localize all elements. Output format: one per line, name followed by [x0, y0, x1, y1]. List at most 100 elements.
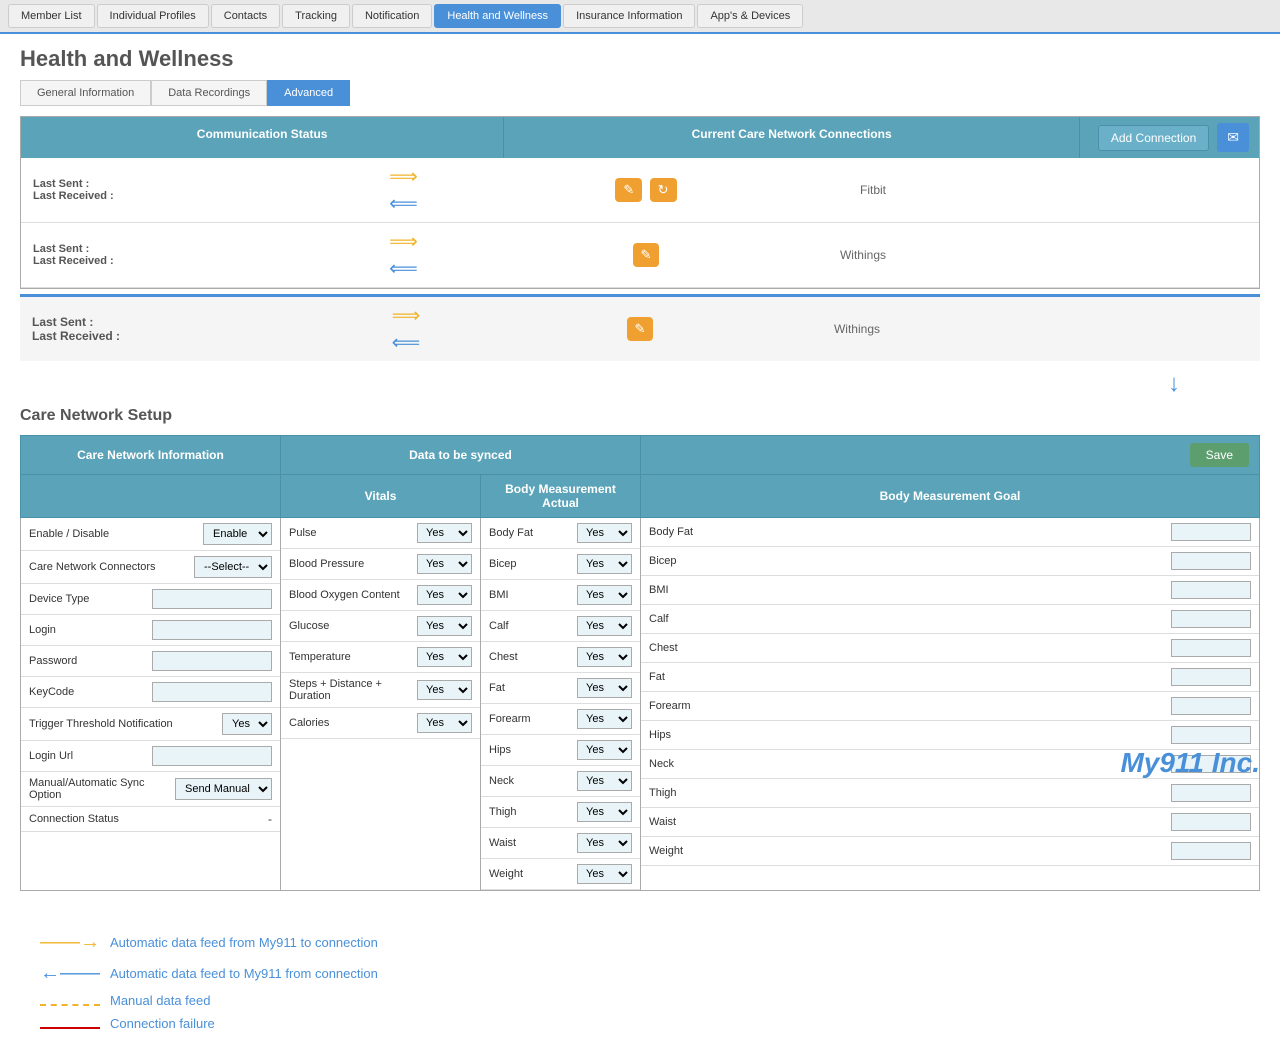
bma-label-6: Forearm	[489, 713, 577, 725]
bmg-input-5[interactable]	[1171, 668, 1251, 686]
login-url-input[interactable]	[152, 746, 272, 766]
nav-contacts[interactable]: Contacts	[211, 4, 280, 28]
mail-button[interactable]: ✉	[1217, 123, 1249, 152]
bma-select-9[interactable]: YesNo	[577, 802, 632, 822]
vital-row-6: Calories YesNo	[281, 708, 480, 739]
bma-row-6: Forearm YesNo	[481, 704, 640, 735]
arrow-left-icon: ⟸	[389, 256, 418, 281]
bmg-row-6: Forearm	[641, 692, 1259, 721]
bma-row-0: Body Fat YesNo	[481, 518, 640, 549]
bmg-input-10[interactable]	[1171, 813, 1251, 831]
vital-select-3[interactable]: YesNo	[417, 616, 472, 636]
vital-select-5[interactable]: YesNo	[417, 680, 472, 700]
enable-disable-select[interactable]: EnableDisable	[203, 523, 272, 545]
nav-tracking[interactable]: Tracking	[282, 4, 350, 28]
vital-select-1[interactable]: YesNo	[417, 554, 472, 574]
nav-insurance[interactable]: Insurance Information	[563, 4, 695, 28]
bma-select-7[interactable]: YesNo	[577, 740, 632, 760]
withings-icon-col: ✎	[586, 235, 706, 275]
bmg-row-2: BMI	[641, 576, 1259, 605]
bma-select-5[interactable]: YesNo	[577, 678, 632, 698]
bma-select-4[interactable]: YesNo	[577, 647, 632, 667]
bmg-input-11[interactable]	[1171, 842, 1251, 860]
sub-header-bma: Body Measurement Actual	[481, 475, 641, 518]
sub-header-bmg: Body Measurement Goal	[641, 475, 1260, 518]
field-connectors: Care Network Connectors --Select--	[21, 551, 280, 584]
bmg-input-2[interactable]	[1171, 581, 1251, 599]
tab-general-information[interactable]: General Information	[20, 80, 151, 106]
bmg-label-11: Weight	[649, 845, 1171, 857]
setup-header-col2: Data to be synced	[281, 436, 641, 475]
password-input[interactable]	[152, 651, 272, 671]
fitbit-name: Fitbit	[706, 177, 906, 203]
nav-notification[interactable]: Notification	[352, 4, 432, 28]
setup-body-row: Enable / Disable EnableDisable Care Netw…	[21, 518, 1260, 891]
bma-select-6[interactable]: YesNo	[577, 709, 632, 729]
connection-row-withings: Last Sent : Last Received : ⟹ ⟸ ✎ Within…	[21, 223, 1259, 288]
trigger-select[interactable]: YesNo	[222, 713, 272, 735]
bmg-list: Body Fat Bicep BMI Calf Chest Fat Forear…	[641, 518, 1259, 866]
device-type-input[interactable]	[152, 589, 272, 609]
bmg-input-3[interactable]	[1171, 610, 1251, 628]
legend-auto-to-text: Automatic data feed from My911 to connec…	[110, 935, 378, 950]
field-keycode-label: KeyCode	[29, 686, 152, 698]
bma-select-11[interactable]: YesNo	[577, 864, 632, 884]
bma-col: Body Fat YesNo Bicep YesNo BMI YesNo Cal…	[481, 518, 641, 891]
bma-row-11: Weight YesNo	[481, 859, 640, 890]
setup-sub-header: Vitals Body Measurement Actual Body Meas…	[21, 475, 1260, 518]
fitbit-icon-col: ✎ ↻	[586, 170, 706, 210]
connection-row-fitbit: Last Sent : Last Received : ⟹ ⟸ ✎ ↻ Fitb…	[21, 158, 1259, 223]
bmg-input-4[interactable]	[1171, 639, 1251, 657]
nav-apps-devices[interactable]: App's & Devices	[697, 4, 803, 28]
legend-item-auto-to: ——→ Automatic data feed from My911 to co…	[40, 931, 1240, 954]
field-connectors-label: Care Network Connectors	[29, 561, 194, 573]
vital-select-4[interactable]: YesNo	[417, 647, 472, 667]
legend-item-auto-from: ←—— Automatic data feed to My911 from co…	[40, 962, 1240, 985]
bma-label-8: Neck	[489, 775, 577, 787]
bma-label-11: Weight	[489, 868, 577, 880]
login-input[interactable]	[152, 620, 272, 640]
keycode-input[interactable]	[152, 682, 272, 702]
bma-select-10[interactable]: YesNo	[577, 833, 632, 853]
bmg-input-1[interactable]	[1171, 552, 1251, 570]
bma-select-2[interactable]: YesNo	[577, 585, 632, 605]
bma-row-4: Chest YesNo	[481, 642, 640, 673]
fitbit-label-col: Last Sent : Last Received :	[21, 170, 221, 210]
bma-select-8[interactable]: YesNo	[577, 771, 632, 791]
setup-header-save-cell: Save	[641, 436, 1260, 475]
connectors-select[interactable]: --Select--	[194, 556, 272, 578]
bma-select-1[interactable]: YesNo	[577, 554, 632, 574]
bma-select-3[interactable]: YesNo	[577, 616, 632, 636]
legend-auto-from-text: Automatic data feed to My911 from connec…	[110, 966, 378, 981]
nav-health-wellness[interactable]: Health and Wellness	[434, 4, 561, 28]
vital-label-0: Pulse	[289, 527, 417, 539]
sync-select[interactable]: Send ManualAutomatic	[175, 778, 272, 800]
fitbit-edit-button[interactable]: ✎	[615, 178, 642, 202]
bmg-row-0: Body Fat	[641, 518, 1259, 547]
save-button[interactable]: Save	[1190, 443, 1249, 467]
bmg-input-7[interactable]	[1171, 726, 1251, 744]
vital-select-2[interactable]: YesNo	[417, 585, 472, 605]
divider-last-received: Last Received :	[32, 329, 120, 343]
down-arrow-icon: ↓	[1168, 370, 1180, 397]
vital-select-6[interactable]: YesNo	[417, 713, 472, 733]
field-sync-label: Manual/Automatic Sync Option	[29, 777, 175, 801]
nav-member-list[interactable]: Member List	[8, 4, 95, 28]
fitbit-refresh-button[interactable]: ↻	[650, 178, 677, 202]
bmg-label-3: Calf	[649, 613, 1171, 625]
care-network-title: Care Network Setup	[20, 407, 1260, 425]
bmg-input-9[interactable]	[1171, 784, 1251, 802]
bma-select-0[interactable]: YesNo	[577, 523, 632, 543]
bmg-input-6[interactable]	[1171, 697, 1251, 715]
divider-edit-button[interactable]: ✎	[627, 317, 654, 341]
withings-edit-button[interactable]: ✎	[633, 243, 660, 267]
bmg-row-11: Weight	[641, 837, 1259, 866]
tab-data-recordings[interactable]: Data Recordings	[151, 80, 267, 106]
field-trigger-threshold: Trigger Threshold Notification YesNo	[21, 708, 280, 741]
bmg-input-0[interactable]	[1171, 523, 1251, 541]
field-password: Password	[21, 646, 280, 677]
add-connection-button[interactable]: Add Connection	[1098, 125, 1209, 151]
nav-individual-profiles[interactable]: Individual Profiles	[97, 4, 209, 28]
tab-advanced[interactable]: Advanced	[267, 80, 350, 106]
vital-select-0[interactable]: YesNo	[417, 523, 472, 543]
